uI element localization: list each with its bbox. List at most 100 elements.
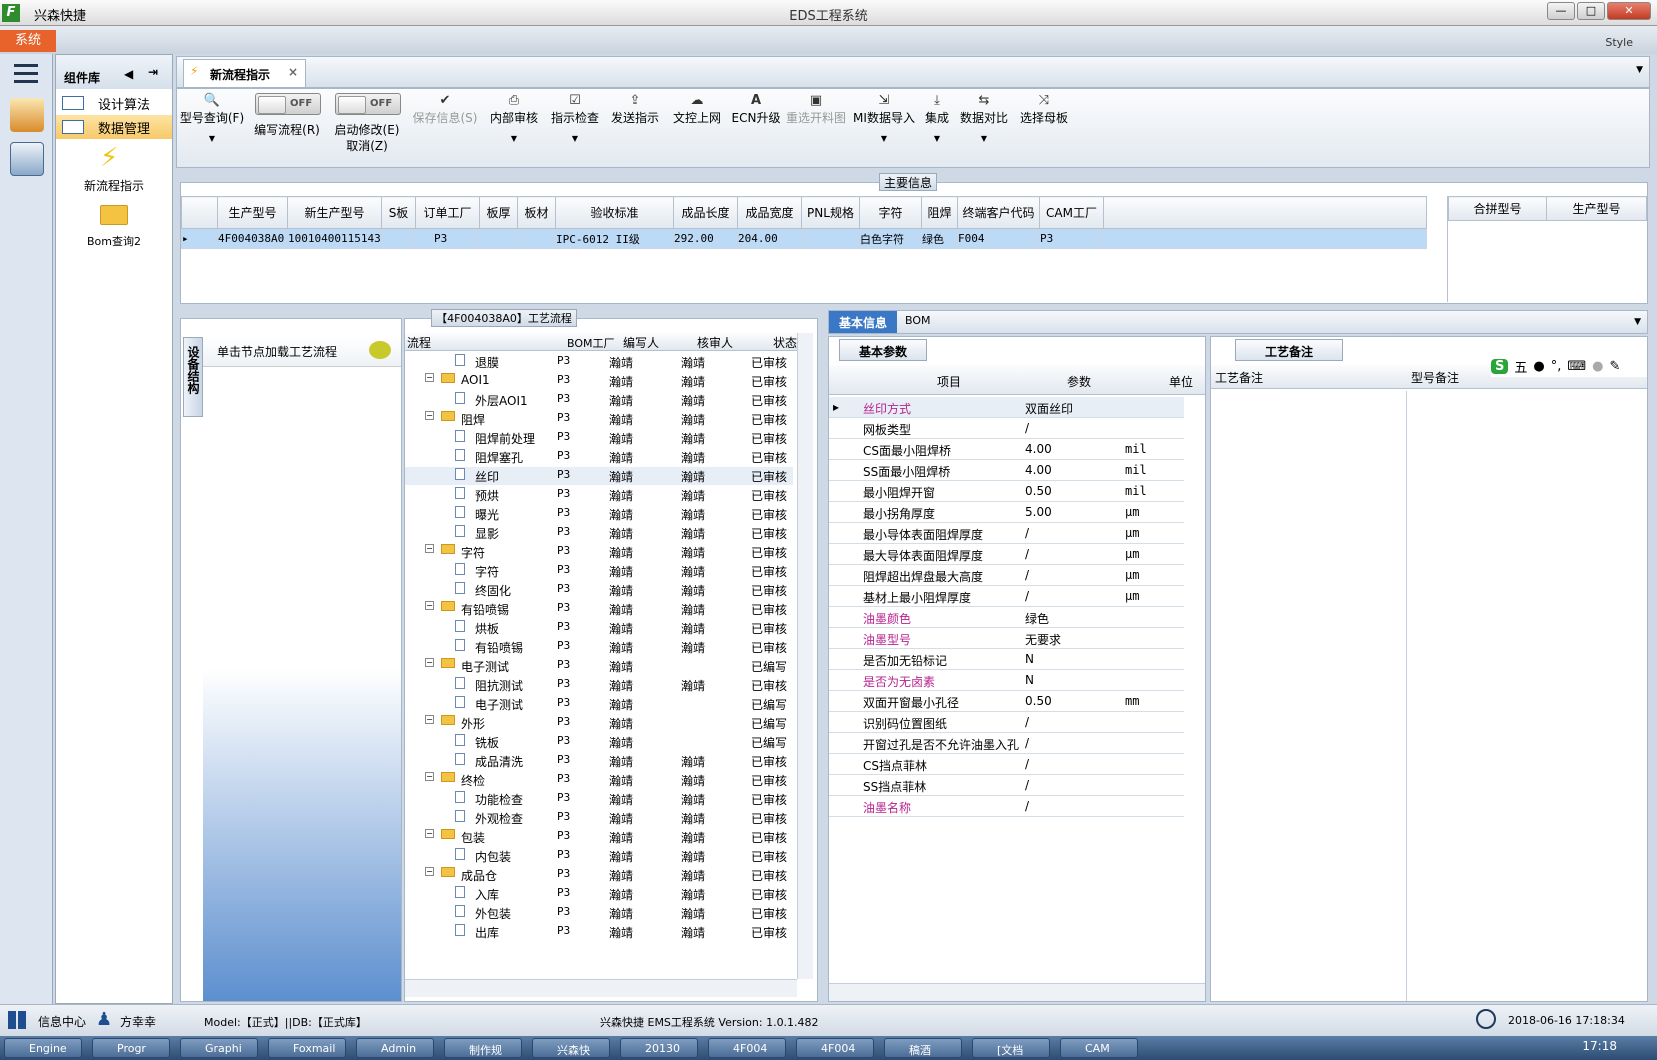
column-header[interactable]: 新生产型号 [287,196,382,229]
tree-row[interactable]: 字符 P3 瀚靖 瀚靖 已审核 [405,562,793,580]
notes-textarea[interactable] [1211,391,1407,1001]
style-menu[interactable]: Style [1605,36,1633,49]
user-icon[interactable]: ● [1592,359,1603,374]
tree-row[interactable]: 外观检查 P3 瀚靖 瀚靖 已审核 [405,809,793,827]
taskbar-item[interactable]: Foxmail [268,1038,346,1058]
tree-row[interactable]: 阻焊前处理 P3 瀚靖 瀚靖 已审核 [405,429,793,447]
tree-row[interactable]: − 包装 P3 瀚靖 瀚靖 已审核 [405,828,793,846]
table-cell[interactable]: 4F004038A0 [217,228,288,249]
close-button[interactable]: ✕ [1607,2,1651,20]
chevron-left-icon[interactable]: ◀ [124,67,133,81]
column-header[interactable]: 成品宽度 [737,196,802,229]
mi-import-button[interactable]: ⇲ MI数据导入 ▼ [849,93,919,143]
param-row[interactable]: 阻焊超出焊盘最大高度 / μm [829,565,1184,586]
param-value[interactable]: 0.50 [1025,694,1052,708]
param-row[interactable]: 开窗过孔是否不允许油墨入孔 / [829,733,1184,754]
column-header[interactable]: 项目 [937,373,961,390]
nav-item-data-management[interactable]: 数据管理 [56,115,172,139]
tree-row[interactable]: 终固化 P3 瀚靖 瀚靖 已审核 [405,581,793,599]
internal-review-button[interactable]: ⎙ 内部审核 ▼ [483,93,545,143]
table-cell[interactable]: 204.00 [737,228,802,249]
param-value[interactable]: / [1025,568,1029,582]
wrench-icon[interactable]: ✎ [1609,359,1620,374]
param-value[interactable]: / [1025,757,1029,771]
param-value[interactable]: 无要求 [1025,631,1061,648]
taskbar-item[interactable]: 4F004 [708,1038,786,1058]
column-header[interactable]: PNL规格 [801,196,860,229]
horizontal-scrollbar[interactable] [829,983,1205,1001]
info-center-label[interactable]: 信息中心 [38,1013,86,1030]
param-row[interactable]: 最小导体表面阻焊厚度 / μm [829,523,1184,544]
param-value[interactable]: 0.50 [1025,484,1052,498]
tree-row[interactable]: − 阻焊 P3 瀚靖 瀚靖 已审核 [405,410,793,428]
table-cell[interactable]: 绿色 [921,228,958,249]
param-row[interactable]: 最大导体表面阻焊厚度 / μm [829,544,1184,565]
collapse-icon[interactable]: − [425,715,434,724]
collapse-icon[interactable]: − [425,658,434,667]
tree-row[interactable]: 阻抗测试 P3 瀚靖 瀚靖 已审核 [405,676,793,694]
write-flow-toggle[interactable]: OFF [255,93,321,115]
param-row[interactable]: 双面开窗最小孔径 0.50 mm [829,691,1184,712]
table-cell[interactable]: 10010400115143 [287,228,382,249]
tree-row[interactable]: − 外形 P3 瀚靖 已编写 [405,714,793,732]
table-cell[interactable] [479,228,518,249]
param-value[interactable]: / [1025,526,1029,540]
param-row[interactable]: SS挡点菲林 / [829,775,1184,796]
moon-icon[interactable]: ● [1533,359,1544,374]
save-info-button[interactable]: ✔ 保存信息(S) [409,93,481,126]
param-row[interactable]: 油墨颜色 绿色 [829,607,1184,628]
table-cell[interactable]: 292.00 [673,228,738,249]
tree-row[interactable]: 退膜 P3 瀚靖 瀚靖 已审核 [405,353,793,371]
system-menu-button[interactable]: 系统 [0,30,56,52]
param-value[interactable]: 4.00 [1025,442,1052,456]
vertical-tab-device-structure[interactable]: 设备结构 [183,337,203,417]
data-compare-button[interactable]: ⇆ 数据对比 ▼ [955,93,1013,143]
tree-row[interactable]: 丝印 P3 瀚靖 瀚靖 已审核 [405,467,793,485]
tool-new-flow[interactable]: ⚡ 新流程指示 [56,143,172,193]
column-header[interactable]: 工艺备注 [1215,369,1263,386]
tree-row[interactable]: 外层AOI1 P3 瀚靖 瀚靖 已审核 [405,391,793,409]
select-mother-board-button[interactable]: ⤨ 选择母板 [1013,93,1075,126]
param-value[interactable]: / [1025,715,1029,729]
cancel-button[interactable]: 取消(Z) [327,137,407,154]
param-row[interactable]: 网板类型 / [829,418,1184,439]
column-header[interactable]: 状态 [773,334,797,351]
nav-item-design-algorithm[interactable]: 设计算法 [56,91,172,115]
param-value[interactable]: / [1025,421,1029,435]
tree-row[interactable]: 功能检查 P3 瀚靖 瀚靖 已审核 [405,790,793,808]
tree-row[interactable]: − 终检 P3 瀚靖 瀚靖 已审核 [405,771,793,789]
column-header[interactable]: 板厚 [479,196,518,229]
column-header[interactable]: 字符 [859,196,922,229]
factory-icon[interactable] [10,98,44,132]
column-header[interactable]: 流程 [407,334,431,351]
tree-row[interactable]: − 有铅喷锡 P3 瀚靖 瀚靖 已审核 [405,600,793,618]
taskbar-item[interactable]: Graphi [180,1038,258,1058]
column-header[interactable]: 编写人 [623,334,659,351]
column-header[interactable]: 合拼型号 [1448,196,1547,221]
tree-row[interactable]: 显影 P3 瀚靖 瀚靖 已审核 [405,524,793,542]
params-title-tab[interactable]: 基本参数 [839,339,927,361]
column-header[interactable]: 生产型号 [1546,196,1647,221]
param-value[interactable]: 双面丝印 [1025,400,1073,417]
taskbar-clock[interactable]: 17:18 [1582,1039,1617,1053]
column-header[interactable]: 核审人 [697,334,733,351]
login-icon[interactable]: ⇥ [148,65,158,79]
table-cell[interactable]: P3 [415,228,480,249]
tree-row[interactable]: − 成品仓 P3 瀚靖 瀚靖 已审核 [405,866,793,884]
column-header[interactable]: 生产型号 [217,196,288,229]
column-header[interactable]: 参数 [1067,373,1091,390]
column-header[interactable]: 板材 [517,196,556,229]
param-value[interactable]: 绿色 [1025,610,1049,627]
tree-row[interactable]: 铣板 P3 瀚靖 已编写 [405,733,793,751]
param-value[interactable]: / [1025,547,1029,561]
collapse-icon[interactable]: − [425,829,434,838]
tree-row[interactable]: 出库 P3 瀚靖 瀚靖 已审核 [405,923,793,941]
column-header[interactable]: 终端客户代码 [957,196,1040,229]
param-row[interactable]: CS面最小阻焊桥 4.00 mil [829,439,1184,460]
collapse-icon[interactable]: − [425,867,434,876]
column-header[interactable]: CAM工厂 [1039,196,1104,229]
horizontal-scrollbar[interactable] [405,979,797,997]
minimize-button[interactable]: — [1547,2,1575,20]
param-row[interactable]: 是否加无铅标记 N [829,649,1184,670]
param-value[interactable]: / [1025,589,1029,603]
